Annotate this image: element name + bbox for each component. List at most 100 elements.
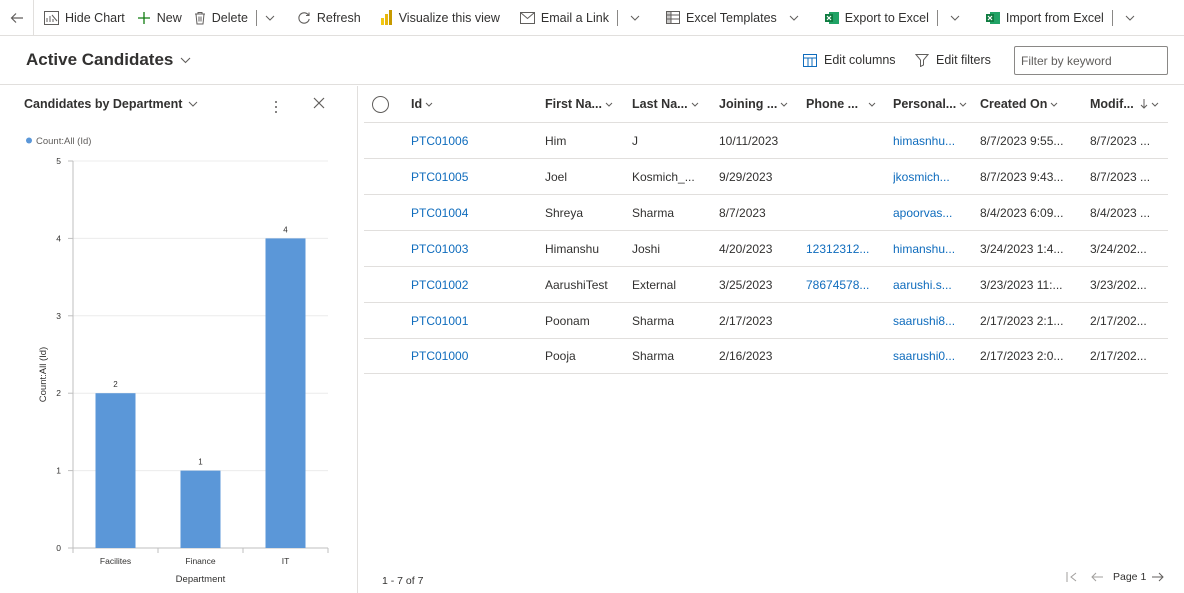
cell-first-name: Himanshu	[545, 241, 600, 256]
table-row[interactable]: PTC01003 Himanshu Joshi 4/20/2023 12312312..…	[364, 231, 1168, 267]
chart-selector[interactable]: Candidates by Department	[24, 97, 198, 111]
chart-more-button[interactable]	[274, 100, 278, 117]
chevron-down-icon	[1151, 102, 1159, 107]
close-chart-button[interactable]	[313, 97, 325, 112]
y-tick-label: 1	[56, 466, 61, 476]
cell-created-on: 3/24/2023 1:4...	[980, 241, 1064, 256]
y-tick-label: 3	[56, 311, 61, 321]
edit-filters-button[interactable]: Edit filters	[915, 53, 991, 67]
table-row[interactable]: PTC01000 Pooja Sharma 2/16/2023 saarushi0...…	[364, 339, 1168, 374]
chevron-down-icon	[1051, 102, 1058, 107]
cell-id[interactable]: PTC01000	[411, 349, 545, 363]
chevron-down-icon	[425, 102, 433, 107]
previous-page-icon[interactable]	[1091, 572, 1103, 582]
column-header-personal[interactable]: Personal...	[893, 97, 980, 111]
edit-columns-button[interactable]: Edit columns	[803, 53, 896, 67]
cell-personal-email[interactable]: saarushi8...	[893, 314, 980, 328]
column-header-joining[interactable]: Joining ...	[719, 97, 806, 111]
cell-modified-on: 8/7/2023 ...	[1090, 169, 1151, 184]
cell-joining-date: 2/16/2023	[719, 349, 773, 363]
refresh-button[interactable]: Refresh	[291, 0, 367, 36]
back-button[interactable]	[0, 0, 34, 36]
edit-filters-label: Edit filters	[936, 53, 991, 67]
back-arrow-icon	[10, 12, 23, 23]
cell-first-name: AarushiTest	[545, 277, 608, 292]
column-header-id[interactable]: Id	[411, 97, 545, 111]
first-page-icon[interactable]	[1066, 572, 1077, 582]
column-header-phone[interactable]: Phone ...	[806, 97, 893, 111]
select-all-checkbox[interactable]	[364, 95, 411, 113]
import-excel-button[interactable]: Import from Excel	[980, 0, 1110, 36]
plus-icon	[137, 11, 150, 24]
refresh-label: Refresh	[316, 10, 361, 25]
visualize-view-button[interactable]: Visualize this view	[375, 0, 506, 36]
column-label: Modif...	[1090, 97, 1134, 111]
cell-phone[interactable]: 12312312...	[806, 242, 893, 256]
cell-personal-email[interactable]: himanshu...	[893, 242, 980, 256]
column-header-created-on[interactable]: Created On	[980, 97, 1090, 111]
delete-more-dropdown[interactable]	[259, 0, 281, 36]
column-header-last-name[interactable]: Last Na...	[632, 97, 719, 111]
cell-phone[interactable]: 78674578...	[806, 278, 893, 292]
column-header-modified[interactable]: Modif...	[1090, 97, 1168, 111]
hide-chart-button[interactable]: Hide Chart	[38, 0, 131, 36]
cell-modified-on: 3/23/202...	[1090, 277, 1147, 292]
cell-first-name: Poonam	[545, 313, 590, 328]
table-row[interactable]: PTC01001 Poonam Sharma 2/17/2023 saarushi8..…	[364, 303, 1168, 339]
next-page-icon[interactable]	[1152, 572, 1164, 582]
new-button[interactable]: New	[131, 0, 188, 36]
new-label: New	[156, 10, 182, 25]
cell-id[interactable]: PTC01001	[411, 314, 545, 328]
email-more-dropdown[interactable]	[624, 0, 646, 36]
email-link-button[interactable]: Email a Link	[514, 0, 615, 36]
cell-id[interactable]: PTC01002	[411, 278, 545, 292]
table-row[interactable]: PTC01004 Shreya Sharma 8/7/2023 apoorvas... 8…	[364, 195, 1168, 231]
cell-personal-email[interactable]: himasnhu...	[893, 134, 980, 148]
legend-marker	[26, 137, 32, 144]
export-excel-dropdown[interactable]	[944, 0, 966, 36]
chevron-down-icon	[1125, 15, 1135, 21]
excel-templates-label: Excel Templates	[685, 10, 777, 25]
column-label: First Na...	[545, 97, 602, 111]
cell-id[interactable]: PTC01003	[411, 242, 545, 256]
column-label: Created On	[980, 97, 1048, 111]
cell-personal-email[interactable]: jkosmich...	[893, 170, 980, 184]
table-row[interactable]: PTC01002 AarushiTest External 3/25/2023 7867…	[364, 267, 1168, 303]
data-label: 1	[198, 458, 203, 467]
y-tick-label: 0	[56, 543, 61, 553]
trash-icon	[194, 11, 205, 24]
separator	[255, 9, 257, 26]
export-excel-button[interactable]: Export to Excel	[819, 0, 935, 36]
x-tick-label: IT	[282, 556, 290, 566]
column-header-first-name[interactable]: First Na...	[545, 97, 632, 111]
cell-personal-email[interactable]: apoorvas...	[893, 206, 980, 220]
cell-modified-on: 8/4/2023 ...	[1090, 205, 1151, 220]
table-row[interactable]: PTC01005 Joel Kosmich_... 9/29/2023 jkosmich…	[364, 159, 1168, 195]
excel-templates-button[interactable]: Excel Templates	[660, 0, 783, 36]
table-row[interactable]: PTC01006 Him J 10/11/2023 himasnhu... 8/7/202…	[364, 123, 1168, 159]
view-selector[interactable]: Active Candidates	[26, 50, 191, 70]
cell-id[interactable]: PTC01006	[411, 134, 545, 148]
separator	[936, 9, 938, 26]
cell-modified-on: 8/7/2023 ...	[1090, 133, 1151, 148]
columns-icon	[803, 53, 817, 67]
cell-id[interactable]: PTC01004	[411, 206, 545, 220]
record-count: 1 - 7 of 7	[382, 575, 424, 587]
excel-icon	[985, 11, 1000, 24]
keyword-filter-input[interactable]	[1014, 46, 1168, 75]
delete-label: Delete	[211, 10, 248, 25]
cell-created-on: 8/7/2023 9:55...	[980, 133, 1064, 148]
cell-personal-email[interactable]: aarushi.s...	[893, 278, 980, 292]
import-excel-dropdown[interactable]	[1119, 0, 1141, 36]
excel-templates-dropdown[interactable]	[783, 0, 805, 36]
cell-id[interactable]: PTC01005	[411, 170, 545, 184]
cell-first-name: Shreya	[545, 205, 584, 220]
x-axis-title: Department	[176, 574, 226, 585]
cell-personal-email[interactable]: saarushi0...	[893, 349, 980, 363]
cell-last-name: Joshi	[632, 241, 661, 256]
power-bi-icon	[380, 10, 392, 25]
cell-modified-on: 2/17/202...	[1090, 349, 1147, 363]
delete-button[interactable]: Delete	[188, 0, 254, 36]
cell-last-name: Kosmich_...	[632, 169, 695, 184]
data-label: 4	[283, 225, 288, 234]
